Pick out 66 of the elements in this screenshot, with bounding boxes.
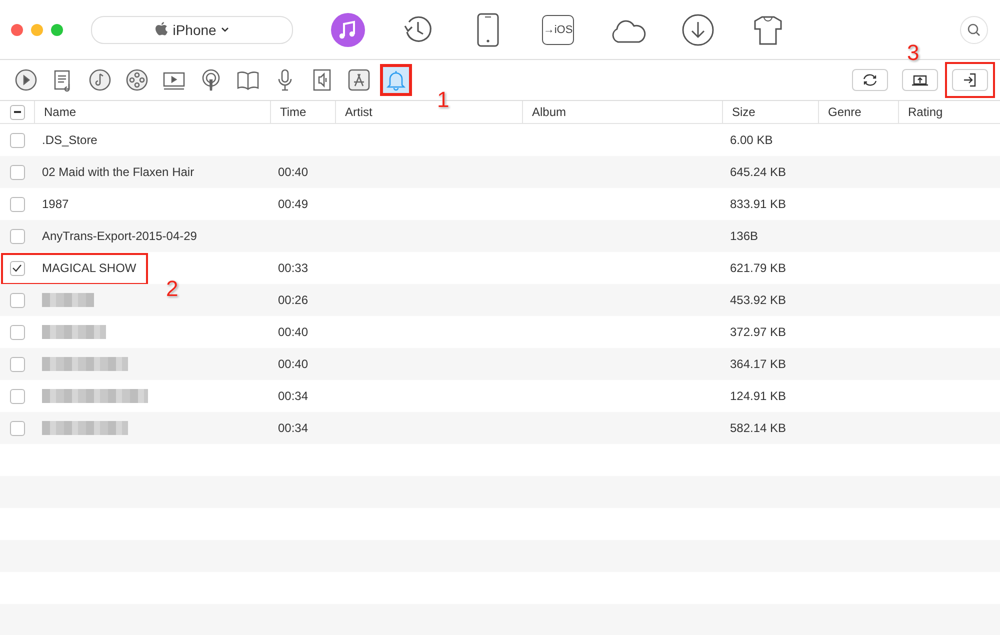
- search-icon: [967, 22, 981, 36]
- callout-number: 2: [166, 278, 178, 300]
- ios-transfer-icon: →iOS: [542, 14, 574, 44]
- size-cell: 6.00 KB: [730, 133, 773, 147]
- time-cell: 00:49: [278, 197, 308, 211]
- shirt-icon: [753, 14, 783, 44]
- time-cell: 00:34: [278, 421, 308, 435]
- file-name: .DS_Store: [42, 133, 98, 147]
- row-checkbox[interactable]: [10, 388, 24, 404]
- apple-icon: [154, 22, 168, 37]
- column-header[interactable]: Genre: [828, 105, 862, 119]
- size-cell: 136B: [730, 229, 758, 243]
- time-cell: 00:40: [278, 165, 308, 179]
- download-icon: [681, 12, 715, 46]
- size-cell: 833.91 KB: [730, 197, 786, 211]
- column-header[interactable]: Name: [44, 105, 76, 119]
- row-checkbox[interactable]: [10, 292, 24, 308]
- close-button[interactable]: [11, 24, 23, 36]
- row-checkbox[interactable]: [10, 324, 24, 340]
- file-name: 1987: [42, 197, 69, 211]
- size-cell: 453.92 KB: [730, 293, 786, 307]
- row-checkbox[interactable]: [10, 260, 24, 276]
- row-checkbox[interactable]: [10, 196, 24, 212]
- row-checkbox[interactable]: [10, 132, 24, 148]
- caret-icon: [221, 27, 230, 32]
- row-checkbox[interactable]: [10, 420, 24, 436]
- refresh-icon: [861, 73, 879, 87]
- phone-icon: [476, 12, 500, 46]
- music-note-icon: [88, 68, 112, 92]
- column-header[interactable]: Size: [732, 105, 756, 119]
- row-checkbox[interactable]: [10, 164, 24, 180]
- time-cell: 00:34: [278, 389, 308, 403]
- bell-icon: [384, 68, 408, 92]
- file-name: 02 Maid with the Flaxen Hair: [42, 165, 194, 179]
- size-cell: 372.97 KB: [730, 325, 786, 339]
- search-button[interactable]: [960, 16, 988, 44]
- ios-transfer-tab[interactable]: →iOS: [523, 8, 593, 52]
- row-checkbox[interactable]: [10, 228, 24, 244]
- film-reel-icon: [125, 68, 149, 92]
- size-cell: 621.79 KB: [730, 261, 786, 275]
- size-cell: 364.17 KB: [730, 357, 786, 371]
- file-name: MAGICAL SHOW: [42, 261, 136, 275]
- play-icon: [14, 68, 38, 92]
- callout-number: 1: [437, 89, 450, 111]
- select-all-checkbox[interactable]: [10, 104, 24, 120]
- time-cell: 00:33: [278, 261, 308, 275]
- column-header[interactable]: Album: [532, 105, 566, 119]
- refresh-button[interactable]: [852, 69, 888, 91]
- size-cell: 124.91 KB: [730, 389, 786, 403]
- size-cell: 645.24 KB: [730, 165, 786, 179]
- music-note-icon: [330, 12, 366, 48]
- app-store-icon: [347, 68, 371, 92]
- column-header[interactable]: Rating: [908, 105, 943, 119]
- time-cell: 00:40: [278, 357, 308, 371]
- column-header[interactable]: Time: [280, 105, 306, 119]
- upload-icon: [911, 73, 929, 87]
- size-cell: 582.14 KB: [730, 421, 786, 435]
- checkmark-icon: [12, 264, 22, 272]
- time-cell: 00:26: [278, 293, 308, 307]
- file-name: AnyTrans-Export-2015-04-29: [42, 229, 197, 243]
- import-to-device-button[interactable]: [952, 69, 988, 91]
- row-checkbox[interactable]: [10, 356, 24, 372]
- time-cell: 00:40: [278, 325, 308, 339]
- callout-number: 3: [907, 42, 920, 64]
- device-selector[interactable]: iPhone: [91, 16, 293, 44]
- column-header[interactable]: Artist: [345, 105, 372, 119]
